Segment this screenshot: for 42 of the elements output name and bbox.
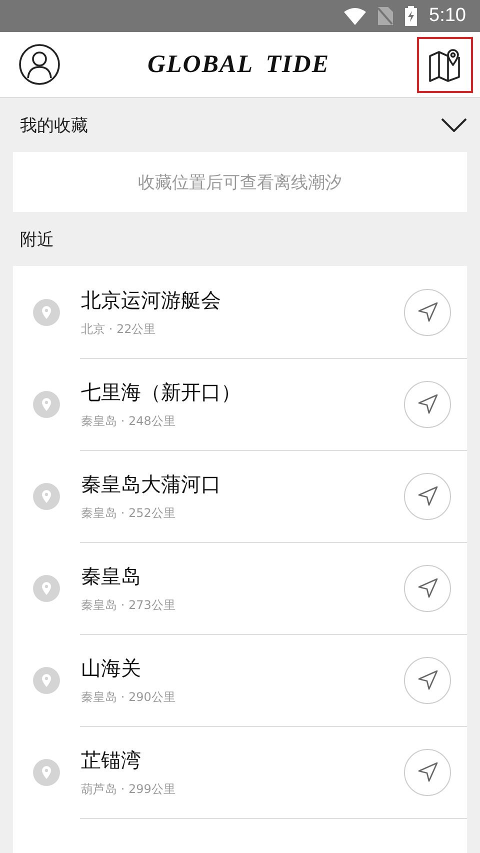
location-pin-icon bbox=[33, 298, 60, 326]
navigate-button[interactable] bbox=[404, 564, 451, 612]
navigate-button[interactable] bbox=[404, 288, 451, 336]
location-name[interactable]: 北京运河游艇会 bbox=[81, 286, 404, 314]
navigation-arrow-icon bbox=[418, 670, 438, 690]
no-sim-icon bbox=[378, 7, 394, 25]
map-button[interactable] bbox=[417, 36, 473, 92]
navigate-button[interactable] bbox=[404, 380, 451, 428]
empty-favorites-message: 收藏位置后可查看离线潮汐 bbox=[13, 152, 467, 212]
status-time: 5:10 bbox=[429, 5, 466, 27]
navigation-arrow-icon bbox=[418, 486, 438, 506]
location-name[interactable]: 七里海（新开口） bbox=[81, 378, 404, 406]
navigation-arrow-icon bbox=[418, 394, 438, 414]
map-pin-icon bbox=[428, 48, 462, 82]
location-detail: 秦皇岛 · 248公里 bbox=[81, 412, 176, 430]
location-pin-icon bbox=[33, 574, 60, 602]
navigation-arrow-icon bbox=[418, 302, 438, 322]
chevron-icon[interactable] bbox=[441, 118, 467, 132]
location-detail: 秦皇岛 · 273公里 bbox=[81, 596, 176, 614]
navigate-button[interactable] bbox=[404, 656, 451, 704]
section-title: 附近 bbox=[19, 228, 55, 252]
section-title: 我的收藏 bbox=[20, 114, 88, 136]
navigation-arrow-icon bbox=[418, 762, 438, 782]
navigate-button[interactable] bbox=[404, 472, 451, 520]
location-name[interactable]: 秦皇岛大蒲河口 bbox=[81, 470, 404, 498]
location-pin-icon bbox=[33, 758, 60, 786]
location-detail: 秦皇岛 · 252公里 bbox=[81, 504, 176, 522]
location-name[interactable]: 秦皇岛 bbox=[81, 562, 404, 590]
location-name[interactable]: 山海关 bbox=[81, 654, 404, 682]
wifi-icon bbox=[344, 8, 366, 24]
navigate-button[interactable] bbox=[404, 748, 451, 796]
battery-charging-icon bbox=[405, 6, 418, 26]
profile-icon[interactable] bbox=[19, 44, 60, 85]
location-detail: 北京 · 22公里 bbox=[81, 320, 157, 338]
location-pin-icon bbox=[33, 390, 60, 418]
location-detail: 秦皇岛 · 290公里 bbox=[81, 688, 176, 706]
location-pin-icon bbox=[33, 666, 60, 694]
app-title: GLOBAL TIDE bbox=[147, 50, 330, 78]
navigation-arrow-icon bbox=[418, 578, 438, 598]
location-name[interactable]: 芷锚湾 bbox=[81, 746, 404, 774]
location-pin-icon bbox=[33, 482, 60, 510]
location-detail: 葫芦岛 · 299公里 bbox=[81, 780, 176, 798]
